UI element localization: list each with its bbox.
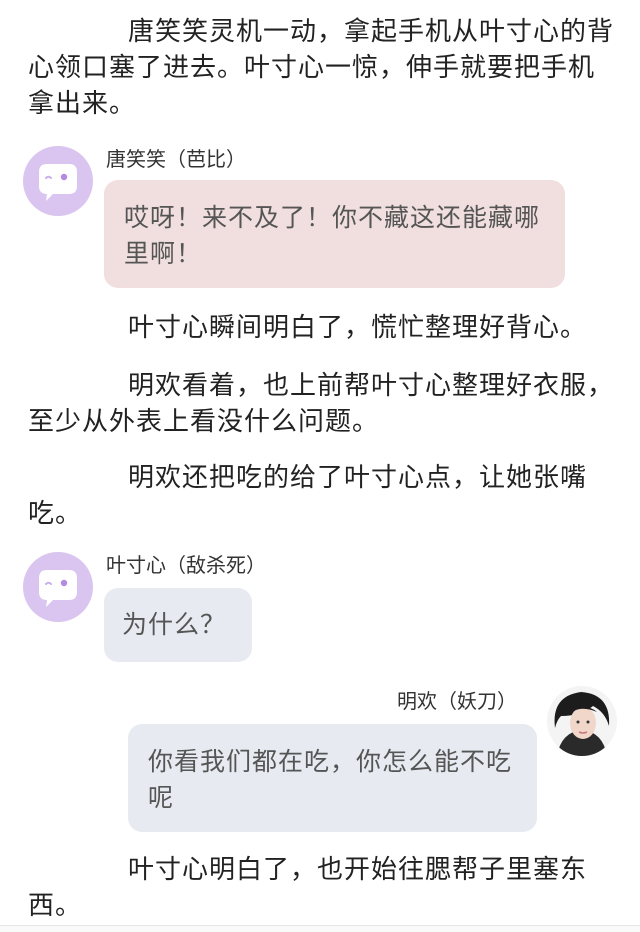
message-bubble: 哎呀！来不及了！你不藏这还能藏哪里啊！ — [104, 180, 565, 288]
message-bubble: 你看我们都在吃，你怎么能不吃呢 — [128, 724, 537, 832]
narration-paragraph: 明欢还把吃的给了叶寸心点，让她张嘴吃。 — [28, 463, 588, 529]
narration-paragraph: 叶寸心瞬间明白了，慌忙整理好背心。 — [128, 313, 588, 343]
narration-paragraph: 唐笑笑灵机一动，拿起手机从叶寸心的背心领口塞了进去。叶寸心一惊，伸手就要把手机拿… — [28, 17, 615, 119]
portrait-photo — [547, 686, 617, 756]
avatar[interactable] — [23, 552, 93, 622]
story-page: 唐笑笑灵机一动，拿起手机从叶寸心的背心领口塞了进去。叶寸心一惊，伸手就要把手机拿… — [0, 0, 640, 932]
chat-bubble-icon — [39, 570, 77, 607]
message-bubble: 为什么？ — [104, 588, 252, 662]
bottom-divider — [0, 925, 640, 932]
chat-bubble-icon — [39, 164, 77, 201]
avatar[interactable] — [547, 686, 617, 756]
speaker-name: 叶寸心（敌杀死） — [106, 553, 266, 577]
narration-paragraph: 叶寸心明白了，也开始往腮帮子里塞东西。 — [28, 855, 588, 921]
speaker-name: 明欢（妖刀） — [397, 689, 517, 713]
speaker-name: 唐笑笑（芭比） — [106, 147, 246, 171]
narration-paragraph: 明欢看着，也上前帮叶寸心整理好衣服，至少从外表上看没什么问题。 — [28, 371, 615, 437]
avatar[interactable] — [23, 146, 93, 216]
